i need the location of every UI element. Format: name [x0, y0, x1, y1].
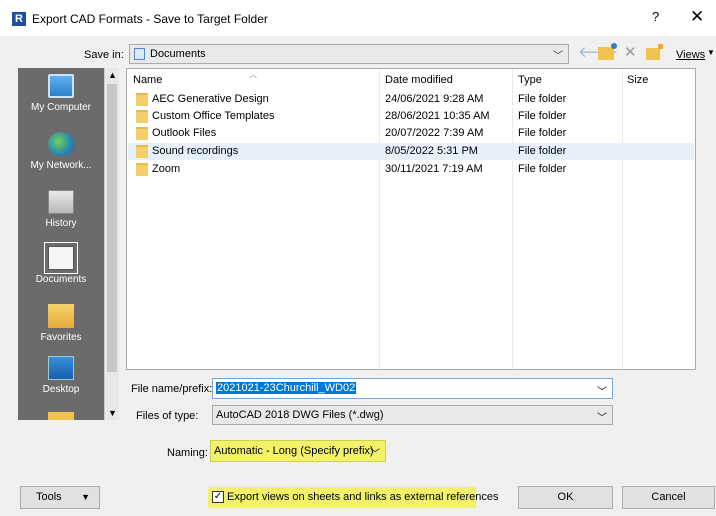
file-date: 24/06/2021 9:28 AM [385, 93, 484, 105]
file-type: File folder [518, 110, 567, 122]
place-label: Desktop [42, 384, 80, 395]
save-in-label: Save in: [84, 49, 124, 61]
list-item[interactable]: Custom Office Templates 28/06/2021 10:35… [128, 108, 694, 125]
computer-icon [48, 74, 74, 98]
place-label: My Network... [30, 160, 92, 171]
chevron-down-icon[interactable]: ﹀ [597, 383, 607, 398]
tools-button[interactable]: Tools ▼ [20, 486, 100, 509]
folder-icon [136, 127, 148, 140]
folder-icon [48, 412, 74, 420]
history-icon [48, 190, 74, 214]
help-button[interactable]: ? [652, 9, 659, 24]
file-name-label: File name/prefix: [131, 383, 213, 395]
folder-icon [136, 145, 148, 158]
column-header-name[interactable]: Name [133, 74, 162, 86]
file-type: File folder [518, 127, 567, 139]
cancel-button[interactable]: Cancel [622, 486, 715, 509]
revit-app-icon: R [12, 12, 26, 26]
ok-button[interactable]: OK [518, 486, 613, 509]
naming-dropdown[interactable]: Automatic - Long (Specify prefix) ﹀ [210, 440, 386, 462]
folder-icon [136, 163, 148, 176]
file-list[interactable]: Name ︿ Date modified Type Size AEC Gener… [126, 68, 696, 370]
column-header-size[interactable]: Size [627, 74, 648, 86]
delete-icon[interactable]: ✕ [624, 45, 637, 61]
file-date: 8/05/2022 5:31 PM [385, 145, 478, 157]
place-history[interactable]: History [18, 190, 104, 229]
list-item-selected[interactable]: Sound recordings 8/05/2022 5:31 PM File … [128, 143, 694, 160]
file-name-input[interactable]: 2021021-23Churchill_WD02 ﹀ [212, 378, 613, 399]
list-item[interactable]: AEC Generative Design 24/06/2021 9:28 AM… [128, 91, 694, 108]
file-date: 30/11/2021 7:19 AM [385, 163, 483, 175]
sort-ascending-icon: ︿ [249, 70, 257, 79]
file-type-value: AutoCAD 2018 DWG Files (*.dwg) [216, 409, 384, 421]
new-folder-icon[interactable] [646, 44, 663, 60]
views-dropdown-arrow-icon[interactable]: ▼ [707, 48, 715, 57]
file-type: File folder [518, 93, 567, 105]
file-name: Sound recordings [152, 145, 239, 157]
documents-folder-icon [134, 48, 145, 60]
place-favorites[interactable]: Favorites [18, 304, 104, 343]
list-item[interactable]: Outlook Files 20/07/2022 7:39 AM File fo… [128, 125, 694, 142]
export-xrefs-label[interactable]: Export views on sheets and links as exte… [227, 491, 498, 503]
file-name: Custom Office Templates [152, 110, 275, 122]
folder-icon [136, 93, 148, 106]
chevron-down-icon: ﹀ [597, 413, 607, 424]
file-type: File folder [518, 163, 567, 175]
favorites-icon [48, 304, 74, 328]
dropdown-arrow-icon: ▼ [81, 492, 90, 502]
folder-icon [136, 110, 148, 123]
save-in-value: Documents [150, 48, 206, 60]
scroll-up-icon[interactable]: ▲ [108, 70, 117, 80]
file-date: 20/07/2022 7:39 AM [385, 127, 484, 139]
file-type: File folder [518, 145, 567, 157]
file-name: Outlook Files [152, 127, 217, 139]
file-type-dropdown[interactable]: AutoCAD 2018 DWG Files (*.dwg) ﹀ [212, 405, 613, 425]
column-header-date[interactable]: Date modified [385, 74, 453, 86]
naming-value: Automatic - Long (Specify prefix) [214, 445, 374, 457]
place-desktop[interactable]: Desktop [18, 356, 104, 395]
place-my-computer[interactable]: My Computer [18, 74, 104, 113]
naming-label: Naming: [167, 447, 208, 459]
network-globe-icon [48, 132, 74, 156]
file-name: Zoom [152, 163, 181, 175]
close-button[interactable]: ✕ [690, 7, 704, 27]
chevron-down-icon: ﹀ [370, 449, 380, 460]
scroll-down-icon[interactable]: ▼ [108, 408, 117, 418]
window-title: Export CAD Formats - Save to Target Fold… [32, 12, 268, 26]
file-date: 28/06/2021 10:35 AM [385, 110, 490, 122]
place-label: My Computer [30, 102, 91, 113]
tools-label: Tools [36, 491, 62, 503]
place-my-network[interactable]: My Network... [18, 132, 104, 171]
places-scrollbar[interactable]: ▲ ▼ [104, 68, 119, 420]
file-name-value[interactable]: 2021021-23Churchill_WD02 [216, 382, 357, 394]
up-one-level-icon[interactable] [598, 43, 617, 60]
desktop-icon [48, 356, 74, 380]
views-menu-button[interactable]: Views [676, 49, 705, 61]
file-type-label: Files of type: [136, 410, 199, 422]
documents-icon [44, 242, 78, 274]
save-in-dropdown[interactable]: Documents ﹀ [129, 44, 569, 64]
place-label: Documents [35, 274, 87, 285]
list-item[interactable]: Zoom 30/11/2021 7:19 AM File folder [128, 161, 694, 178]
place-documents[interactable]: Documents [18, 242, 104, 285]
scrollbar-thumb[interactable] [107, 84, 117, 372]
export-xrefs-checkbox-row[interactable]: ✓ Export views on sheets and links as ex… [208, 487, 498, 508]
chevron-down-icon: ﹀ [553, 51, 563, 62]
column-header-type[interactable]: Type [518, 74, 542, 86]
title-bar: R Export CAD Formats - Save to Target Fo… [0, 0, 716, 36]
place-label: Favorites [40, 332, 82, 343]
place-label: History [45, 218, 77, 229]
place-more[interactable] [18, 412, 104, 420]
file-name: AEC Generative Design [152, 93, 269, 105]
export-xrefs-checkbox[interactable]: ✓ [212, 491, 224, 503]
